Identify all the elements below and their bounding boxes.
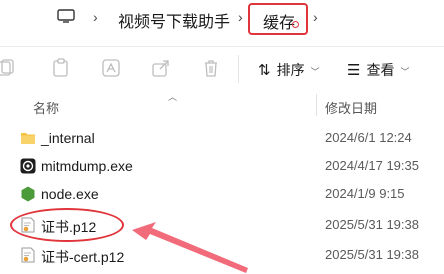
toolbar-divider: [238, 55, 239, 83]
file-date: 2024/1/9 9:15: [325, 186, 405, 201]
file-row[interactable]: node.exe 2024/1/9 9:15: [0, 182, 444, 206]
mitmdump-exe-icon: [20, 158, 36, 174]
sort-up-icon: ︿: [168, 92, 178, 102]
share-icon[interactable]: [150, 57, 172, 79]
chevron-right-icon[interactable]: ›: [313, 9, 318, 25]
chevron-down-icon: ﹀: [310, 67, 320, 77]
annotation-dot: [292, 21, 299, 28]
chevron-right-icon[interactable]: ›: [238, 9, 243, 25]
chevron-right-icon[interactable]: ›: [93, 9, 98, 25]
file-name: mitmdump.exe: [41, 158, 133, 174]
file-name: node.exe: [41, 186, 99, 202]
address-bar: › 视频号下载助手 › 缓存 ›: [0, 0, 444, 40]
file-date: 2024/4/17 19:35: [325, 158, 419, 173]
annotation-ellipse: [10, 208, 124, 242]
paste-icon[interactable]: [50, 57, 72, 79]
rename-icon[interactable]: [100, 57, 122, 79]
breadcrumb-current-highlight[interactable]: 缓存: [248, 3, 308, 35]
breadcrumb-item[interactable]: 视频号下载助手: [118, 8, 230, 32]
column-header: 名称 ︿ 修改日期: [0, 92, 444, 118]
file-row[interactable]: _internal 2024/6/1 12:24: [0, 126, 444, 150]
toolbar: ⇅ 排序 ﹀ ☰ 查看 ﹀: [0, 46, 444, 91]
view-lines-icon: ☰: [347, 62, 361, 79]
folder-icon: [20, 130, 36, 146]
file-row[interactable]: mitmdump.exe 2024/4/17 19:35: [0, 154, 444, 178]
monitor-icon[interactable]: [57, 9, 75, 23]
file-name: 证书-cert.p12: [41, 249, 125, 265]
sort-label: 排序: [276, 62, 305, 78]
column-divider[interactable]: [316, 94, 317, 116]
copy-icon[interactable]: [0, 57, 16, 79]
file-date: 2024/6/1 12:24: [325, 130, 412, 145]
node-hexagon-icon: [20, 186, 36, 202]
file-name: _internal: [41, 130, 95, 146]
file-date: 2025/5/31 19:38: [325, 217, 419, 232]
column-name[interactable]: 名称: [33, 98, 59, 117]
delete-icon[interactable]: [200, 57, 222, 79]
breadcrumb-item-current: 缓存: [263, 15, 296, 32]
view-label: 查看: [366, 62, 395, 78]
chevron-down-icon: ﹀: [400, 67, 410, 77]
file-date: 2025/5/31 19:38: [325, 247, 419, 262]
sort-button[interactable]: ⇅ 排序 ﹀: [258, 60, 320, 80]
certificate-icon: [20, 247, 36, 263]
view-button[interactable]: ☰ 查看 ﹀: [347, 60, 409, 80]
column-date-modified[interactable]: 修改日期: [325, 98, 377, 117]
annotation-arrow: [132, 222, 248, 273]
sort-arrows-icon: ⇅: [258, 62, 271, 79]
